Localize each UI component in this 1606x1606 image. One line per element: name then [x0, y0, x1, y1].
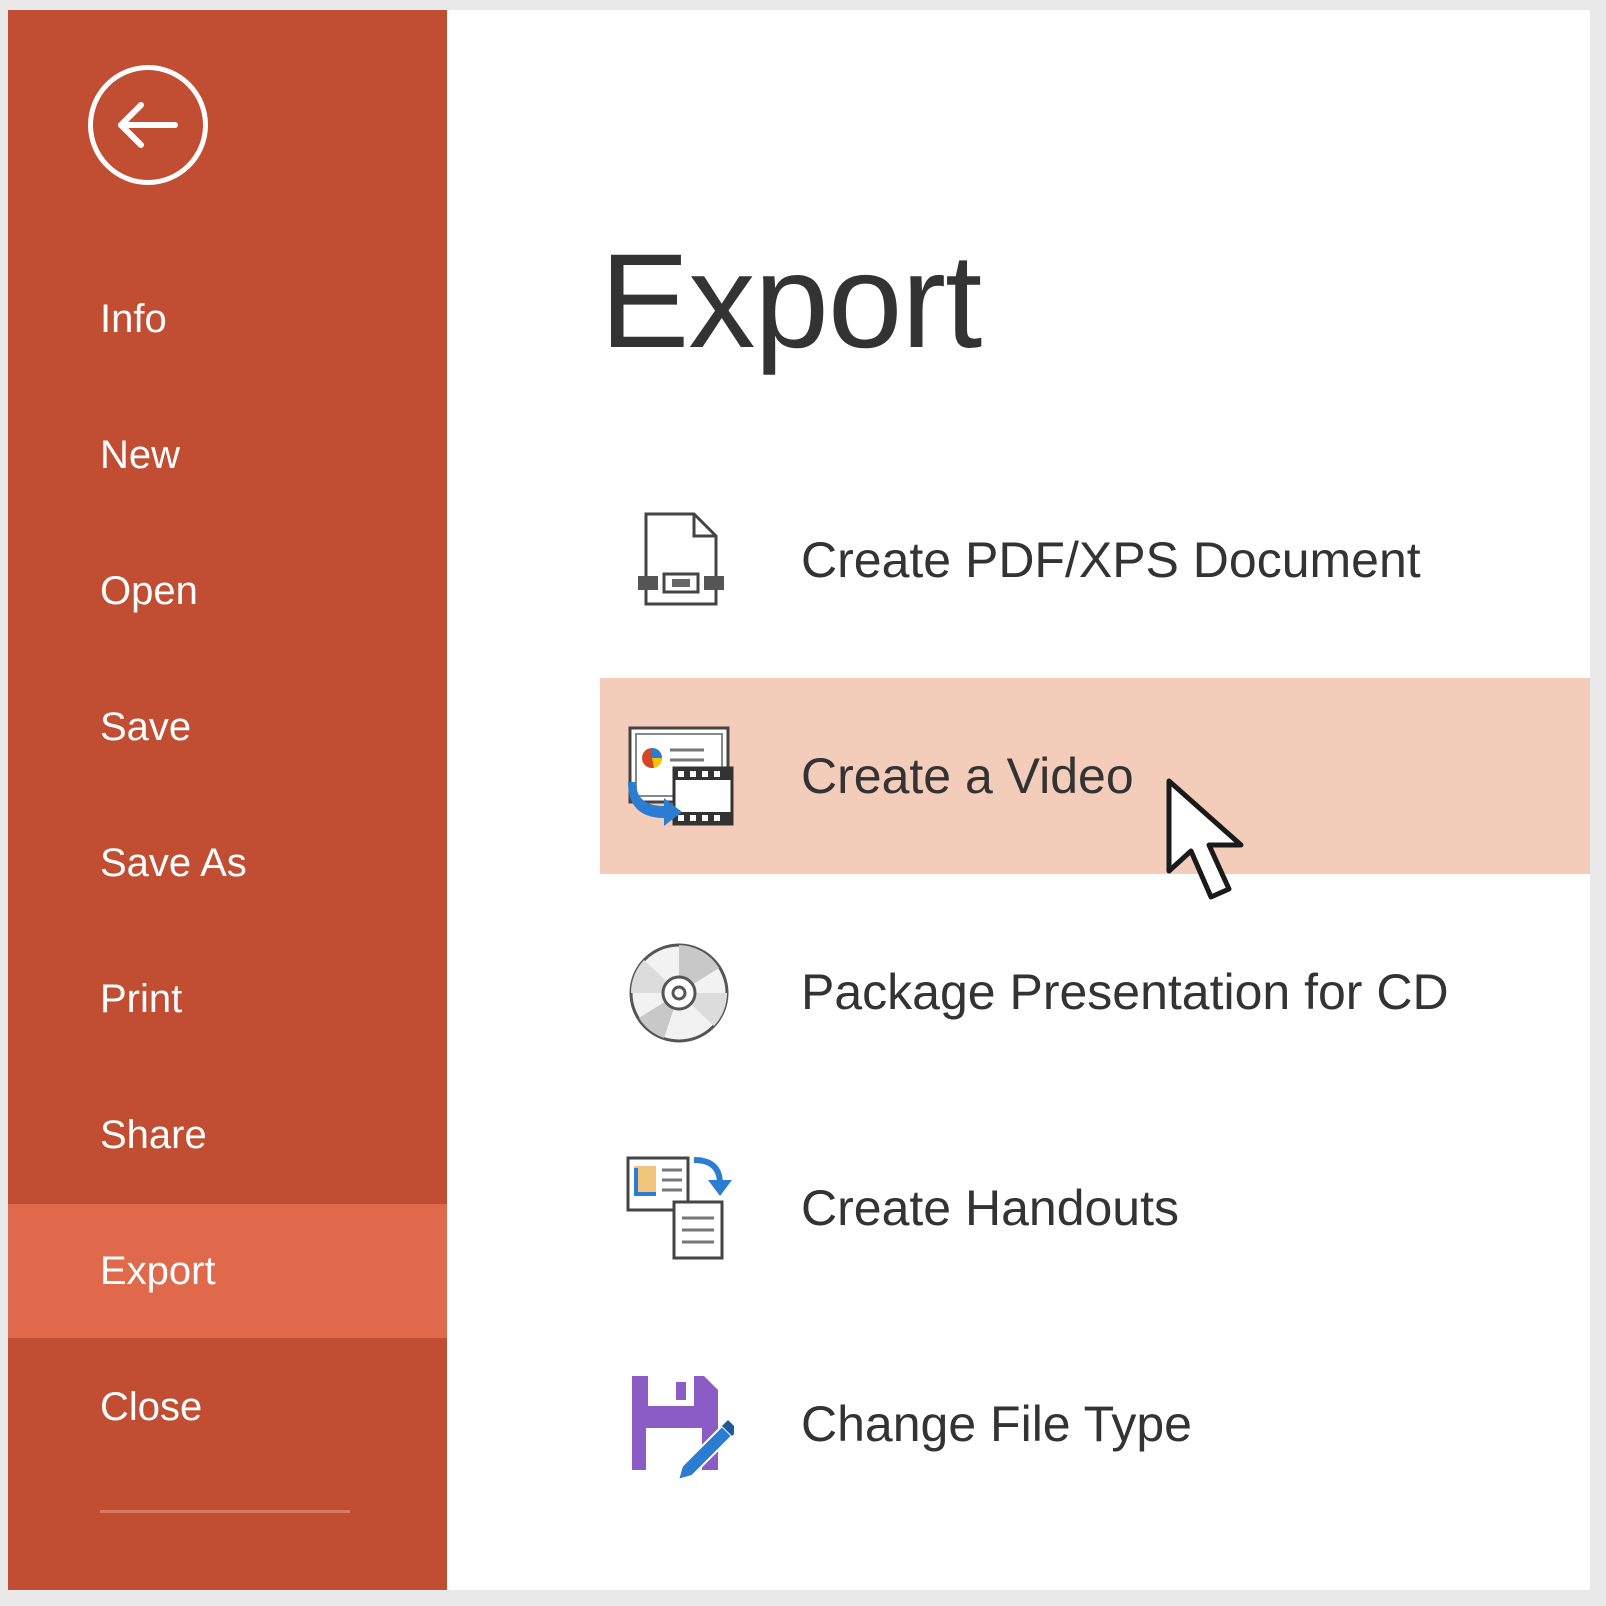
- option-label: Create PDF/XPS Document: [801, 532, 1421, 588]
- backstage-view: Info New Open Save Save As Print Share E…: [8, 10, 1590, 1590]
- video-icon: [628, 726, 734, 826]
- sidebar-item-open[interactable]: Open: [8, 524, 447, 658]
- sidebar-item-label: Print: [100, 976, 183, 1021]
- sidebar-divider: [100, 1510, 350, 1513]
- option-change-file-type[interactable]: Change File Type: [600, 1326, 1590, 1522]
- sidebar-item-label: Save As: [100, 840, 247, 885]
- option-label: Change File Type: [801, 1396, 1192, 1452]
- sidebar-item-label: Open: [100, 568, 198, 613]
- sidebar-item-save-as[interactable]: Save As: [8, 796, 447, 930]
- option-label: Create a Video: [801, 748, 1134, 804]
- back-button[interactable]: [88, 65, 208, 185]
- sidebar-item-label: Export: [100, 1248, 216, 1293]
- sidebar-item-info[interactable]: Info: [8, 252, 447, 386]
- sidebar-item-close[interactable]: Close: [8, 1340, 447, 1474]
- sidebar-item-print[interactable]: Print: [8, 932, 447, 1066]
- save-file-type-icon: [632, 1376, 734, 1480]
- option-label: Package Presentation for CD: [801, 964, 1449, 1020]
- sidebar-item-export[interactable]: Export: [8, 1204, 447, 1338]
- cd-icon: [629, 943, 729, 1043]
- option-create-pdf-xps[interactable]: Create PDF/XPS Document: [600, 462, 1590, 658]
- sidebar-item-label: Save: [100, 704, 192, 749]
- back-arrow-icon: [118, 102, 178, 148]
- option-create-handouts[interactable]: Create Handouts: [600, 1110, 1590, 1306]
- sidebar-item-label: Share: [100, 1112, 207, 1157]
- page-title: Export: [600, 227, 982, 376]
- sidebar-item-share[interactable]: Share: [8, 1068, 447, 1202]
- handouts-icon: [626, 1156, 732, 1260]
- sidebar-item-label: Close: [100, 1384, 203, 1429]
- pdf-document-icon: [638, 512, 724, 606]
- sidebar-item-new[interactable]: New: [8, 388, 447, 522]
- backstage-sidebar: Info New Open Save Save As Print Share E…: [8, 10, 447, 1590]
- sidebar-item-label: Info: [100, 296, 167, 341]
- sidebar-item-label: New: [100, 432, 181, 477]
- option-package-cd[interactable]: Package Presentation for CD: [600, 894, 1590, 1090]
- option-create-video[interactable]: Create a Video: [600, 678, 1590, 874]
- option-label: Create Handouts: [801, 1180, 1180, 1236]
- sidebar-item-save[interactable]: Save: [8, 660, 447, 794]
